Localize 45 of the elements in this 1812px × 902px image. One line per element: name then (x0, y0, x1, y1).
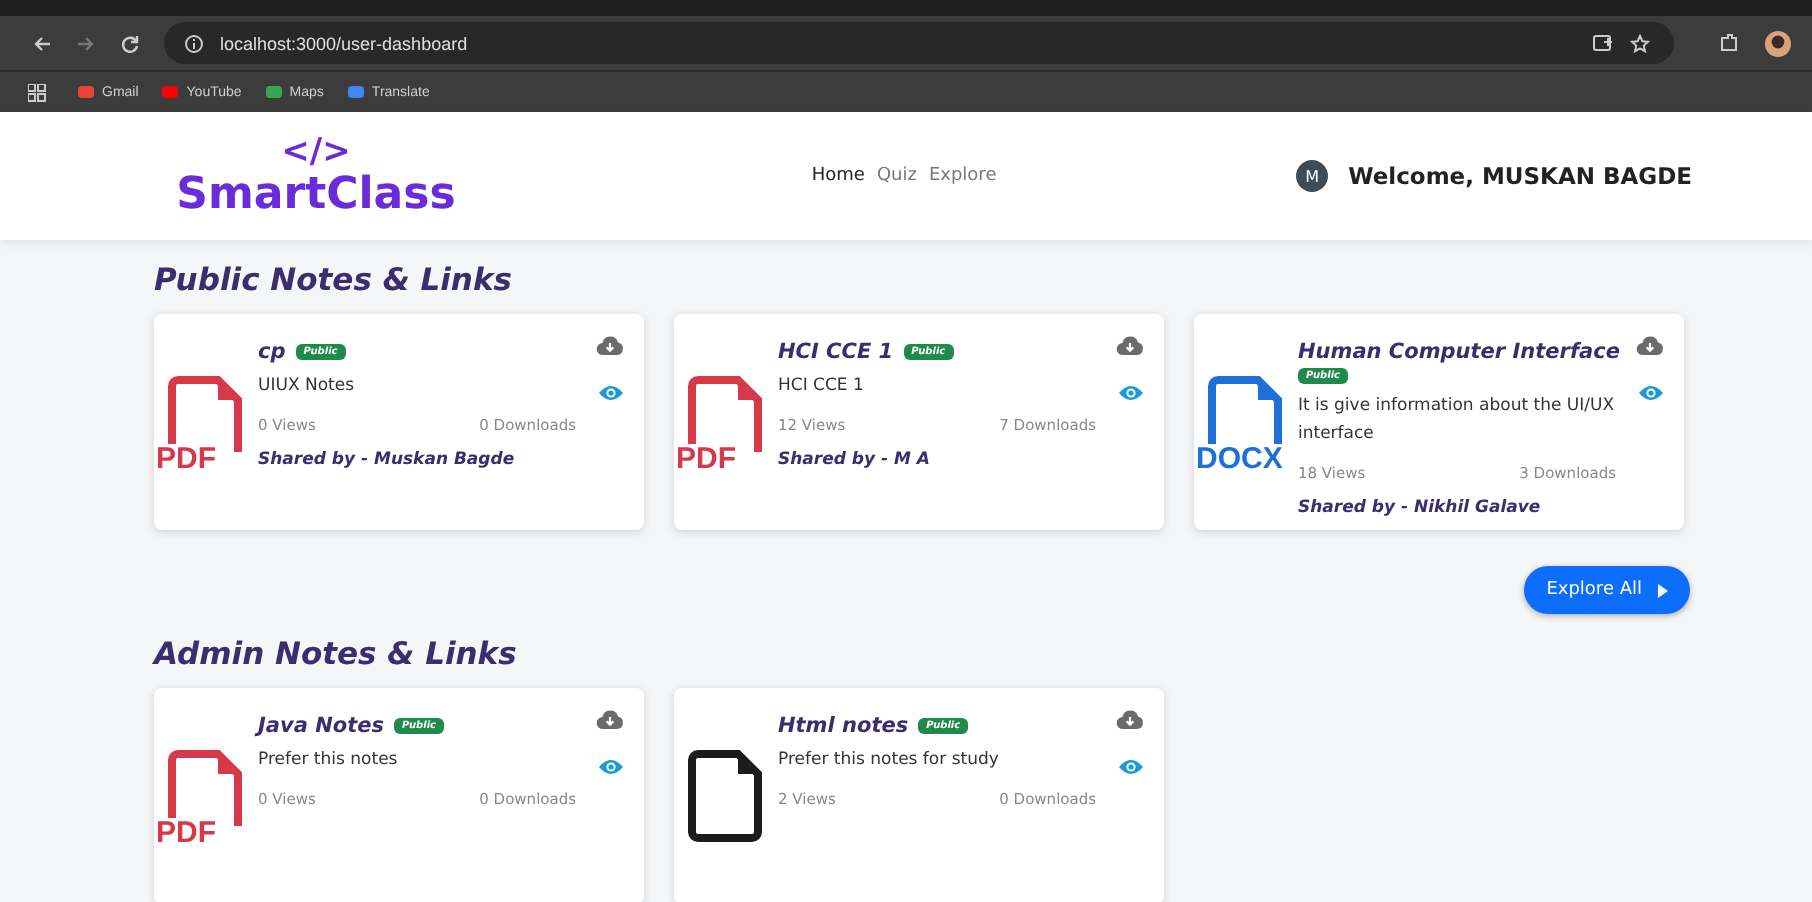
note-description: UIUX Notes (258, 374, 357, 400)
back-icon[interactable] (32, 33, 52, 53)
logo-text: SmartClass (176, 173, 456, 217)
nav-link[interactable]: Home (811, 166, 865, 186)
url-text: localhost:3000/user-dashboard (220, 33, 468, 53)
shared-by: Shared by - M A (778, 450, 932, 470)
reload-icon[interactable] (120, 33, 140, 53)
note-description: It is give information about the UI/UX interface (1298, 394, 1617, 448)
note-title[interactable]: Html notes (778, 714, 909, 738)
note-description: Prefer this notes (258, 748, 400, 774)
cloud-download-icon[interactable] (1636, 336, 1664, 356)
section-title: Public Notes & Links (154, 260, 514, 300)
cloud-download-icon[interactable] (1116, 336, 1144, 356)
welcome-text: Welcome, MUSKAN BAGDE (1348, 162, 1692, 190)
shared-by: Shared by - Muskan Bagde (258, 450, 517, 470)
cloud-download-icon[interactable] (1116, 710, 1144, 730)
logo-mark: </> (281, 135, 351, 169)
cloud-download-icon[interactable] (596, 336, 624, 356)
profile-icon[interactable] (1764, 29, 1792, 57)
caret-right-icon (1658, 583, 1668, 597)
section-title: Admin Notes & Links (154, 634, 519, 674)
eye-icon[interactable] (1637, 384, 1663, 402)
nav-link[interactable]: Quiz (876, 166, 917, 186)
address-bar[interactable]: localhost:3000/user-dashboard (164, 22, 1674, 64)
note-title[interactable]: cp (258, 340, 286, 364)
forward-icon[interactable] (76, 33, 96, 53)
star-icon[interactable] (1630, 33, 1650, 53)
eye-icon[interactable] (1117, 758, 1143, 776)
shared-by: Shared by - Nikhil Galave (1298, 498, 1543, 518)
explore-all-button[interactable]: Explore All (1524, 566, 1690, 614)
eye-icon[interactable] (1117, 384, 1143, 402)
note-description: HCI CCE 1 (778, 374, 866, 400)
eye-icon[interactable] (597, 384, 623, 402)
install-icon[interactable] (1592, 33, 1614, 53)
apps-grid-icon[interactable] (28, 83, 46, 101)
nav-link[interactable]: Explore (928, 166, 997, 186)
avatar[interactable]: M (1296, 160, 1329, 192)
cloud-download-icon[interactable] (596, 710, 624, 730)
note-title[interactable]: Java Notes (258, 714, 384, 738)
extensions-icon[interactable] (1718, 32, 1740, 54)
note-description: Prefer this notes for study (778, 748, 1001, 774)
eye-icon[interactable] (597, 758, 623, 776)
info-icon[interactable] (184, 33, 204, 53)
note-title[interactable]: Human Computer Interface (1298, 340, 1620, 364)
note-title[interactable]: HCI CCE 1 (778, 340, 894, 364)
